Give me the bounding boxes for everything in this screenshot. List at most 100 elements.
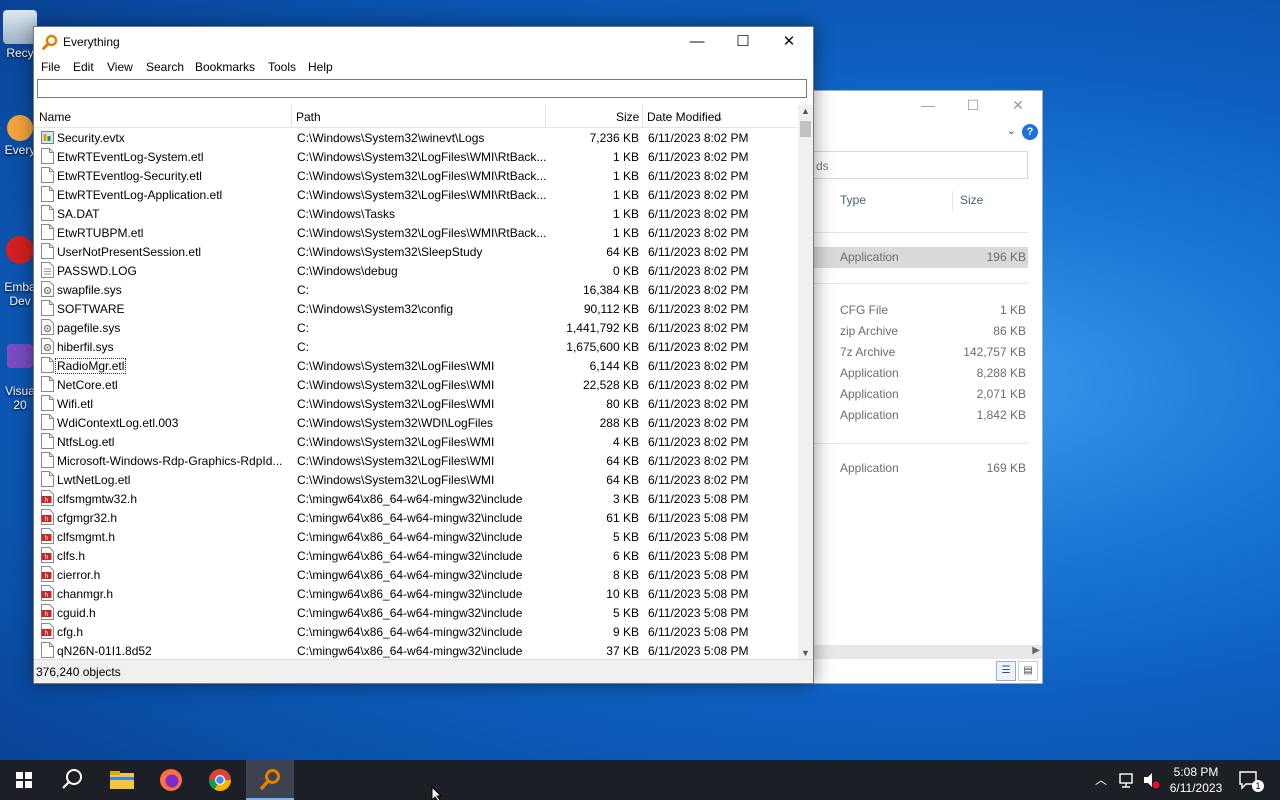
scroll-down-icon[interactable]: ▼ (801, 648, 810, 658)
result-row[interactable]: EtwRTUBPM.etl C:\Windows\System32\LogFile… (34, 223, 797, 242)
minimize-icon[interactable]: — (674, 29, 720, 55)
close-icon[interactable]: ✕ (1003, 97, 1033, 114)
explorer-row[interactable]: Application 196 KB (812, 247, 1028, 268)
menu-view[interactable]: View (107, 60, 133, 74)
close-icon[interactable]: ✕ (766, 29, 812, 55)
results-list[interactable]: Security.evtx C:\Windows\System32\winevt\… (34, 128, 797, 659)
explorer-horizontal-scrollbar[interactable]: ▶ (812, 645, 1042, 659)
column-path[interactable]: Path (296, 110, 321, 124)
explorer-row[interactable]: CFG File 1 KB (812, 300, 1028, 321)
resize-grip-icon[interactable]: ⋰ (36, 665, 811, 681)
menu-edit[interactable]: Edit (73, 60, 94, 74)
file-explorer-window[interactable]: — ☐ ✕ ⌄ ? ds Type Size Application 196 K… (812, 90, 1043, 684)
result-row[interactable]: swapfile.sys C: 16,384 KB 6/11/2023 8:02 PM (34, 280, 797, 299)
result-row[interactable]: Security.evtx C:\Windows\System32\winevt\… (34, 128, 797, 147)
result-row[interactable]: pagefile.sys C: 1,441,792 KB 6/11/2023 8:02… (34, 318, 797, 337)
result-date: 6/11/2023 8:02 PM (648, 226, 749, 240)
explorer-row[interactable]: Application 8,288 KB (812, 363, 1028, 384)
result-row[interactable]: h clfs.h C:\mingw64\x86_64-w64-mingw32\inc… (34, 546, 797, 565)
column-size[interactable]: Size (616, 110, 639, 124)
result-row[interactable]: SOFTWARE C:\Windows\System32\config 90,112… (34, 299, 797, 318)
result-row[interactable]: h cierror.h C:\mingw64\x86_64-w64-mingw32\… (34, 565, 797, 584)
explorer-row[interactable]: Application 2,071 KB (812, 384, 1028, 405)
result-size: 9 KB (612, 625, 639, 639)
details-view-icon[interactable]: ☰ (996, 661, 1016, 681)
menu-tools[interactable]: Tools (268, 60, 296, 74)
menu-search[interactable]: Search (146, 60, 184, 74)
chevron-down-icon[interactable]: ⌄ (1007, 124, 1016, 137)
volume-status[interactable] (1142, 760, 1160, 800)
result-size: 16,384 KB (582, 283, 639, 297)
explorer-row[interactable]: Application 169 KB (812, 458, 1028, 479)
result-row[interactable]: qN26N-01I1.8d52 C:\mingw64\x86_64-w64-min… (34, 641, 797, 659)
chevron-right-icon[interactable]: ▶ (1032, 645, 1040, 656)
taskbar-everything[interactable] (246, 760, 294, 800)
result-row[interactable]: Microsoft-Windows-Rdp-Graphics-RdpId... C… (34, 451, 797, 470)
result-row[interactable]: h chanmgr.h C:\mingw64\x86_64-w64-mingw32\… (34, 584, 797, 603)
column-date-modified[interactable]: Date Modified (647, 110, 721, 124)
search-input[interactable] (37, 79, 807, 98)
tray-overflow[interactable]: ︿ (1095, 760, 1109, 800)
taskbar-file-explorer[interactable] (98, 760, 146, 800)
result-row[interactable]: h clfsmgmt.h C:\mingw64\x86_64-w64-mingw32… (34, 527, 797, 546)
column-name[interactable]: Name (39, 110, 71, 124)
action-center[interactable]: 1 (1236, 760, 1266, 800)
menu-file[interactable]: File (41, 60, 60, 74)
result-row[interactable]: NetCore.etl C:\Windows\System32\LogFiles\… (34, 375, 797, 394)
column-size[interactable]: Size (960, 193, 983, 207)
result-size: 1 KB (612, 150, 639, 164)
vertical-scrollbar[interactable]: ▲ ▼ (798, 105, 813, 659)
result-row[interactable]: EtwRTEventLog-System.etl C:\Windows\Syste… (34, 147, 797, 166)
file-icon (41, 186, 54, 202)
thumbnails-view-icon[interactable]: ▤ (1018, 661, 1038, 681)
result-size: 64 KB (606, 473, 639, 487)
file-icon (41, 414, 54, 430)
taskbar-chrome[interactable] (196, 760, 244, 800)
maximize-icon[interactable]: ☐ (958, 97, 988, 114)
result-path: C:\Windows\System32\config (297, 302, 454, 316)
scroll-up-icon[interactable]: ▲ (801, 106, 810, 116)
result-row[interactable]: h cfg.h C:\mingw64\x86_64-w64-mingw32\incl… (34, 622, 797, 641)
system-file-icon (41, 281, 54, 297)
explorer-row[interactable]: Application 1,842 KB (812, 405, 1028, 426)
clock-date: 6/11/2023 (1169, 781, 1223, 795)
result-row[interactable]: h clfsmgmtw32.h C:\mingw64\x86_64-w64-ming… (34, 489, 797, 508)
result-row[interactable]: h cguid.h C:\mingw64\x86_64-w64-mingw32\in… (34, 603, 797, 622)
result-row[interactable]: UserNotPresentSession.etl C:\Windows\Syst… (34, 242, 797, 261)
result-row[interactable]: PASSWD.LOG C:\Windows\debug 0 KB 6/11/2023 … (34, 261, 797, 280)
everything-window[interactable]: Everything — ☐ ✕ File Edit View Search B… (33, 26, 814, 684)
result-row[interactable]: EtwRTEventLog-Application.etl C:\Windows\… (34, 185, 797, 204)
result-path: C: (297, 321, 309, 335)
taskbar-firefox[interactable] (147, 760, 195, 800)
result-row[interactable]: LwtNetLog.etl C:\Windows\System32\LogFile… (34, 470, 797, 489)
column-type[interactable]: Type (840, 193, 866, 207)
explorer-row[interactable]: 7z Archive 142,757 KB (812, 342, 1028, 363)
maximize-icon[interactable]: ☐ (720, 29, 766, 55)
result-row[interactable]: RadioMgr.etl C:\Windows\System32\LogFiles… (34, 356, 797, 375)
explorer-column-header: Type Size (812, 191, 1042, 211)
result-row[interactable]: WdiContextLog.etl.003 C:\Windows\System32… (34, 413, 797, 432)
result-name: PASSWD.LOG (57, 264, 137, 278)
scrollbar-thumb[interactable] (800, 121, 811, 137)
result-row[interactable]: NtfsLog.etl C:\Windows\System32\LogFiles\… (34, 432, 797, 451)
result-row[interactable]: Wifi.etl C:\Windows\System32\LogFiles\WMI… (34, 394, 797, 413)
search-button[interactable] (48, 760, 96, 800)
result-row[interactable]: EtwRTEventlog-Security.etl C:\Windows\Sys… (34, 166, 797, 185)
result-row[interactable]: h cfgmgr32.h C:\mingw64\x86_64-w64-mingw32… (34, 508, 797, 527)
network-status[interactable] (1118, 760, 1136, 800)
result-date: 6/11/2023 5:08 PM (648, 606, 749, 620)
result-row[interactable]: SA.DAT C:\Windows\Tasks 1 KB 6/11/2023 8:02… (34, 204, 797, 223)
explorer-row[interactable]: zip Archive 86 KB (812, 321, 1028, 342)
system-clock[interactable]: 5:08 PM 6/11/2023 (1164, 764, 1228, 796)
help-icon[interactable]: ? (1022, 124, 1038, 140)
start-button[interactable] (0, 760, 48, 800)
menu-bookmarks[interactable]: Bookmarks (195, 60, 255, 74)
explorer-search-input[interactable]: ds (812, 151, 1028, 179)
result-size: 6 KB (612, 549, 639, 563)
menu-help[interactable]: Help (308, 60, 333, 74)
result-row[interactable]: hiberfil.sys C: 1,675,600 KB 6/11/2023 8:02… (34, 337, 797, 356)
result-date: 6/11/2023 5:08 PM (648, 549, 749, 563)
result-size: 61 KB (606, 511, 639, 525)
minimize-icon[interactable]: — (913, 97, 943, 113)
file-icon (41, 243, 54, 259)
